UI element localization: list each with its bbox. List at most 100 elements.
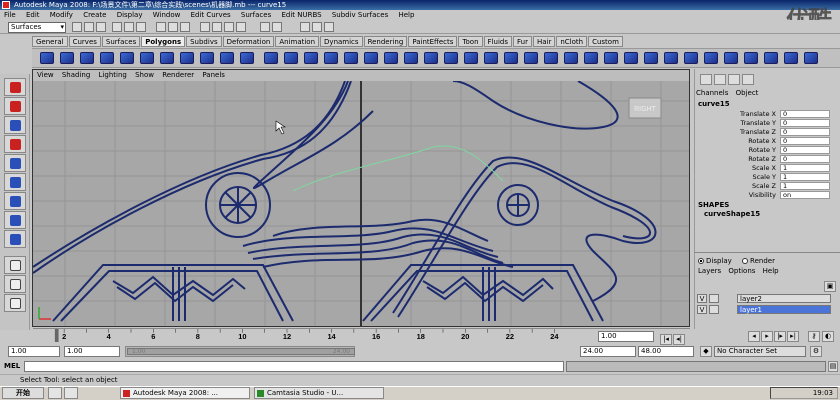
attr-value[interactable]: 1	[780, 164, 830, 172]
attr-value[interactable]: 0	[780, 110, 830, 118]
select-hierarchy-icon[interactable]	[112, 22, 122, 32]
tab-fur[interactable]: Fur	[512, 36, 532, 47]
auto-key-icon[interactable]: ◐	[822, 331, 834, 342]
move-tool-button[interactable]	[4, 135, 26, 153]
layer-type-toggle[interactable]	[709, 305, 719, 314]
snap-point-icon[interactable]	[180, 22, 190, 32]
layer-type-toggle[interactable]	[709, 294, 719, 303]
attr-value[interactable]: 1	[780, 173, 830, 181]
poly-cylinder-icon[interactable]	[80, 52, 94, 64]
quick-launch-icon[interactable]	[64, 387, 78, 399]
ipr-render-icon[interactable]	[224, 22, 234, 32]
task-camtasia[interactable]: Camtasia Studio - U...	[254, 387, 384, 399]
layer-name[interactable]: layer1	[737, 305, 831, 314]
attr-value[interactable]: 0	[780, 119, 830, 127]
poly-torus-icon[interactable]	[140, 52, 154, 64]
display-radio[interactable]	[698, 258, 704, 264]
attr-rotate-y[interactable]: Rotate Y 0	[696, 146, 836, 154]
select-object-icon[interactable]	[124, 22, 134, 32]
tab-general[interactable]: General	[32, 36, 68, 47]
animation-prefs-icon[interactable]: ⚙	[810, 346, 822, 357]
show-attribute-editor-icon[interactable]	[300, 22, 310, 32]
spherical-map-icon[interactable]	[764, 52, 778, 64]
channel-box-node-name[interactable]: curve15	[698, 100, 730, 108]
step-forward-button[interactable]: |▸	[774, 331, 786, 342]
tab-rendering[interactable]: Rendering	[363, 36, 408, 47]
menu-edit[interactable]: Edit	[26, 11, 40, 19]
tab-fluids[interactable]: Fluids	[483, 36, 512, 47]
fill-hole-icon[interactable]	[484, 52, 498, 64]
boolean-difference-icon[interactable]	[344, 52, 358, 64]
layer-menu-layers[interactable]: Layers	[698, 267, 721, 275]
quadrangulate-icon[interactable]	[464, 52, 478, 64]
uv-editor-icon[interactable]	[704, 52, 718, 64]
vp-menu-lighting[interactable]: Lighting	[99, 71, 127, 79]
attr-value[interactable]: 0	[780, 146, 830, 154]
tab-dynamics[interactable]: Dynamics	[320, 36, 363, 47]
mirror-geometry-icon[interactable]	[384, 52, 398, 64]
end-time-field[interactable]: 48.00	[638, 346, 694, 357]
vp-menu-panels[interactable]: Panels	[202, 71, 225, 79]
poly-cone-icon[interactable]	[100, 52, 114, 64]
layout-two-button[interactable]	[4, 294, 26, 312]
tab-curves[interactable]: Curves	[68, 36, 101, 47]
show-channel-box-icon[interactable]	[324, 22, 334, 32]
layer-editor-toggle-icon[interactable]	[714, 74, 726, 85]
vp-menu-show[interactable]: Show	[135, 71, 154, 79]
merge-vertices-icon[interactable]	[644, 52, 658, 64]
range-slider[interactable]: 1.00 24.00	[125, 346, 355, 357]
menu-display[interactable]: Display	[117, 11, 143, 19]
poly-helix-icon[interactable]	[220, 52, 234, 64]
end-playback-field[interactable]: 24.00	[580, 346, 636, 357]
select-tool-button[interactable]	[4, 78, 26, 96]
tab-animation[interactable]: Animation	[275, 36, 320, 47]
poly-plane-icon[interactable]	[120, 52, 134, 64]
delete-edge-icon[interactable]	[684, 52, 698, 64]
play-backward-button[interactable]: ◂	[748, 331, 760, 342]
attr-translate-y[interactable]: Translate Y 0	[696, 119, 836, 127]
layout-four-button[interactable]	[4, 275, 26, 293]
menu-subdiv-surfaces[interactable]: Subdiv Surfaces	[332, 11, 388, 19]
save-scene-icon[interactable]	[96, 22, 106, 32]
start-time-field[interactable]: 1.00	[8, 346, 60, 357]
smooth-icon[interactable]	[404, 52, 418, 64]
attribute-editor-toggle-icon[interactable]	[728, 74, 740, 85]
menu-file[interactable]: File	[4, 11, 16, 19]
attr-value[interactable]: on	[780, 191, 830, 199]
tab-hair[interactable]: Hair	[532, 36, 556, 47]
input-line-icon[interactable]	[260, 22, 270, 32]
new-layer-icon[interactable]: ▣	[824, 281, 836, 292]
rotate-tool-button[interactable]	[4, 154, 26, 172]
snap-curve-icon[interactable]	[168, 22, 178, 32]
show-tool-settings-icon[interactable]	[312, 22, 322, 32]
boolean-union-icon[interactable]	[324, 52, 338, 64]
key-icon[interactable]: ⚷	[808, 331, 820, 342]
step-back-button[interactable]: ◂|	[673, 334, 685, 345]
last-tool-button[interactable]	[4, 230, 26, 248]
triangulate-icon[interactable]	[444, 52, 458, 64]
channel-box-toggle-icon[interactable]	[700, 74, 712, 85]
split-polygon-icon[interactable]	[564, 52, 578, 64]
layout-single-button[interactable]	[4, 256, 26, 274]
poly-pyramid-icon[interactable]	[180, 52, 194, 64]
poly-cube-icon[interactable]	[60, 52, 74, 64]
automatic-map-icon[interactable]	[784, 52, 798, 64]
layer-row[interactable]: V layer2	[697, 294, 833, 303]
attr-visibility[interactable]: Visibility on	[696, 191, 836, 199]
start-playback-field[interactable]: 1.00	[64, 346, 120, 357]
separate-icon[interactable]	[284, 52, 298, 64]
attr-translate-x[interactable]: Translate X 0	[696, 110, 836, 118]
render-radio[interactable]	[742, 258, 749, 264]
history-icon[interactable]	[200, 22, 210, 32]
viewport-canvas[interactable]: RIGHT	[33, 81, 689, 326]
offset-edge-loop-icon[interactable]	[604, 52, 618, 64]
go-to-end-button[interactable]: ▸|	[787, 331, 799, 342]
cb-menu-object[interactable]: Object	[736, 89, 759, 97]
vp-menu-view[interactable]: View	[37, 71, 54, 79]
attr-value[interactable]: 0	[780, 137, 830, 145]
attr-translate-z[interactable]: Translate Z 0	[696, 128, 836, 136]
extract-icon[interactable]	[304, 52, 318, 64]
quick-launch-icon[interactable]	[48, 387, 62, 399]
manipulator-tool-button[interactable]	[4, 192, 26, 210]
new-scene-icon[interactable]	[72, 22, 82, 32]
